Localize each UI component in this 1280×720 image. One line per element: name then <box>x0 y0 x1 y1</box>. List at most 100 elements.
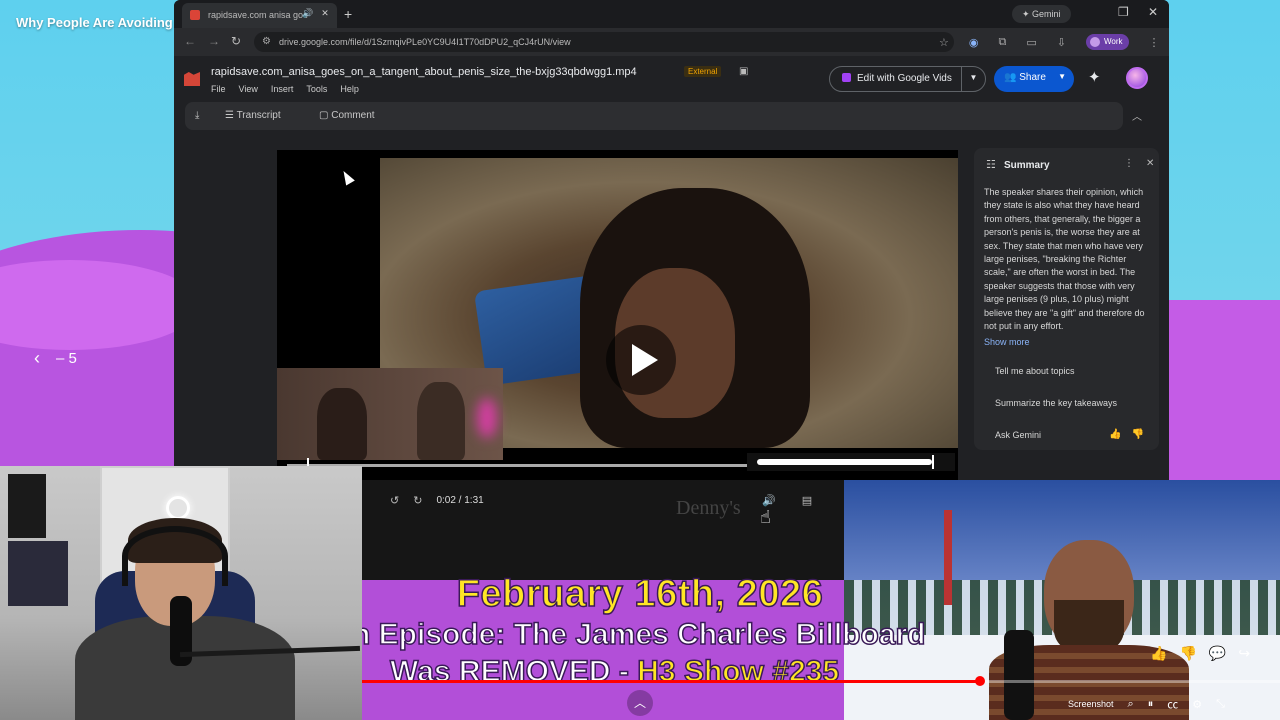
volume-handle[interactable] <box>932 455 934 469</box>
address-bar-row: ← → ↻ ⚙ drive.google.com/file/d/1SzmqivP… <box>174 28 1169 56</box>
ask-gemini[interactable]: Ask Gemini <box>995 430 1041 440</box>
menu-help[interactable]: Help <box>340 84 359 94</box>
show-more-link[interactable]: Show more <box>984 337 1149 347</box>
menu-tools[interactable]: Tools <box>306 84 327 94</box>
edit-vids-label: Edit with Google Vids <box>857 73 952 84</box>
pause-icon[interactable]: ⏸ <box>1148 698 1154 711</box>
close-icon[interactable]: ✕ <box>1146 158 1154 169</box>
new-tab-icon[interactable]: + <box>344 6 352 22</box>
wall-poster <box>8 474 46 538</box>
thumbs-up-icon[interactable]: 👍 <box>1109 429 1121 440</box>
work-label: Work <box>1103 37 1123 46</box>
volume-fill <box>757 459 933 465</box>
playback-controls: ↺ ↻ 0:02 / 1:31 <box>390 494 484 507</box>
play-button[interactable] <box>606 325 676 395</box>
video-controls-strip: ↺ ↻ 0:02 / 1:31 Denny's 🔊 ▤ ☝ <box>362 480 844 580</box>
chevron-left-icon[interactable]: ‹ <box>34 348 40 369</box>
volume-slider[interactable] <box>747 453 955 471</box>
thumbs-down-icon[interactable]: 👎 <box>1131 429 1143 440</box>
transcript-button[interactable]: ☰ Transcript <box>225 110 281 121</box>
streamer-cam <box>0 466 362 720</box>
speaker-icon[interactable]: 🔊 <box>302 8 313 19</box>
downloads-icon[interactable]: ⇩ <box>1057 36 1066 49</box>
pip-light <box>477 398 497 438</box>
tab-title: rapidsave.com anisa goe <box>208 10 309 20</box>
time-display: 0:02 / 1:31 <box>436 495 484 506</box>
share-button[interactable]: 👥 Share ▼ <box>994 66 1074 92</box>
summary-text: The speaker shares their opinion, which … <box>984 187 1145 332</box>
people-icon: 👥 <box>1004 72 1020 83</box>
address-input[interactable]: ⚙ drive.google.com/file/d/1SzmqivPLe0YC9… <box>254 32 954 52</box>
drive-favicon-icon <box>190 10 200 20</box>
menu-bar: File View Insert Tools Help <box>211 84 359 94</box>
extensions-icon[interactable]: ⧉ <box>998 36 1006 49</box>
media-icon[interactable]: ◉ <box>969 36 979 49</box>
youtube-actions: 👍 👎 💬 ↪ <box>1150 645 1250 662</box>
forward-skip-icon[interactable]: ↻ <box>413 494 422 507</box>
suggestion-takeaways[interactable]: Summarize the key takeaways <box>984 398 1149 408</box>
episode-title-line2a: Was REMOVED - <box>389 654 638 689</box>
comment-label: Comment <box>331 110 375 121</box>
move-folder-icon[interactable]: ▣ <box>739 66 748 77</box>
menu-insert[interactable]: Insert <box>271 84 294 94</box>
url-text: drive.google.com/file/d/1SzmqivPLe0YC9U4… <box>279 37 571 47</box>
forward-icon[interactable]: → <box>208 34 220 48</box>
cc-icon[interactable]: ㏄ <box>1167 696 1178 712</box>
episode-title-line1: n Episode: The James Charles Billboard <box>362 618 926 652</box>
youtube-progress-bar[interactable] <box>362 676 1280 686</box>
tab-bar: rapidsave.com anisa goe 🔊 ✕ + ✦ Gemini ❐… <box>174 0 1169 28</box>
comments-icon[interactable]: 💬 <box>1209 645 1226 662</box>
back-icon[interactable]: ← <box>184 34 196 48</box>
gemini-sparkle-icon[interactable]: ✦ <box>1088 68 1101 86</box>
more-menu-icon[interactable]: ⋮ <box>1149 36 1160 49</box>
screen: Why People Are Avoiding Relationships ‹ … <box>0 0 1280 720</box>
episode-title-line2: Was REMOVED - H3 Show #235 <box>389 654 840 689</box>
overlay-text: Denny's <box>676 497 741 519</box>
menu-view[interactable]: View <box>239 84 258 94</box>
close-tab-icon[interactable]: ✕ <box>321 8 329 19</box>
profile-work-button[interactable]: Work <box>1085 34 1129 50</box>
collapse-icon[interactable]: ︿ <box>1132 108 1142 123</box>
site-info-icon[interactable]: ⚙ <box>262 36 271 47</box>
bookmark-star-icon[interactable]: ☆ <box>939 36 949 49</box>
video-player[interactable] <box>277 150 958 480</box>
chevron-down-icon[interactable]: ▼ <box>961 67 985 91</box>
slide-nav[interactable]: ‹ – 5 <box>34 348 77 369</box>
share-dropdown-icon[interactable]: ▼ <box>1058 72 1066 81</box>
episode-date: February 16th, 2026 <box>456 572 824 616</box>
close-window-icon[interactable]: ✕ <box>1148 5 1158 19</box>
rewind-icon[interactable]: ↺ <box>390 494 399 507</box>
more-vert-icon[interactable]: ⋮ <box>1124 158 1134 169</box>
suggestion-topics[interactable]: Tell me about topics <box>984 366 1149 376</box>
reload-icon[interactable]: ↻ <box>231 34 241 48</box>
menu-file[interactable]: File <box>211 84 226 94</box>
transcript-label: Transcript <box>236 110 281 121</box>
download-icon[interactable]: ⤓ <box>195 110 199 121</box>
comment-button[interactable]: ▢ Comment <box>319 110 375 121</box>
settings-gear-icon[interactable]: ⚙ <box>1192 698 1202 711</box>
like-icon[interactable]: 👍 <box>1150 645 1167 662</box>
restore-icon[interactable]: ❐ <box>1118 5 1129 19</box>
account-avatar[interactable] <box>1126 67 1148 89</box>
volume-icon[interactable]: 🔊 <box>762 494 776 507</box>
chevron-up-icon[interactable]: ︿ <box>627 690 653 716</box>
gemini-button[interactable]: ✦ Gemini <box>1012 5 1071 23</box>
picture-in-picture-cam <box>277 368 503 460</box>
fullscreen-exit-icon[interactable]: ⤡ <box>1216 698 1225 711</box>
browser-window: rapidsave.com anisa goe 🔊 ✕ + ✦ Gemini ❐… <box>174 0 1169 480</box>
cast-icon[interactable]: ▭ <box>1026 36 1036 49</box>
screenshot-label[interactable]: Screenshot <box>1068 699 1114 709</box>
progress-scrubber[interactable] <box>974 676 985 686</box>
share-icon[interactable]: ↪ <box>1238 645 1250 662</box>
external-badge: External <box>684 66 722 77</box>
radio-tower <box>944 510 952 605</box>
ask-gemini-row: Ask Gemini 👍 👎 <box>984 429 1149 440</box>
search-icon[interactable]: ⌕ <box>1128 698 1134 711</box>
player-right-controls: 🔊 ▤ <box>762 494 812 507</box>
headset <box>122 526 228 586</box>
pip-person-left <box>317 388 367 460</box>
captions-icon[interactable]: ▤ <box>802 494 812 507</box>
show-number: H3 Show #235 <box>637 654 840 689</box>
edit-with-vids-button[interactable]: Edit with Google Vids ▼ <box>829 66 986 92</box>
dislike-icon[interactable]: 👎 <box>1179 645 1196 662</box>
